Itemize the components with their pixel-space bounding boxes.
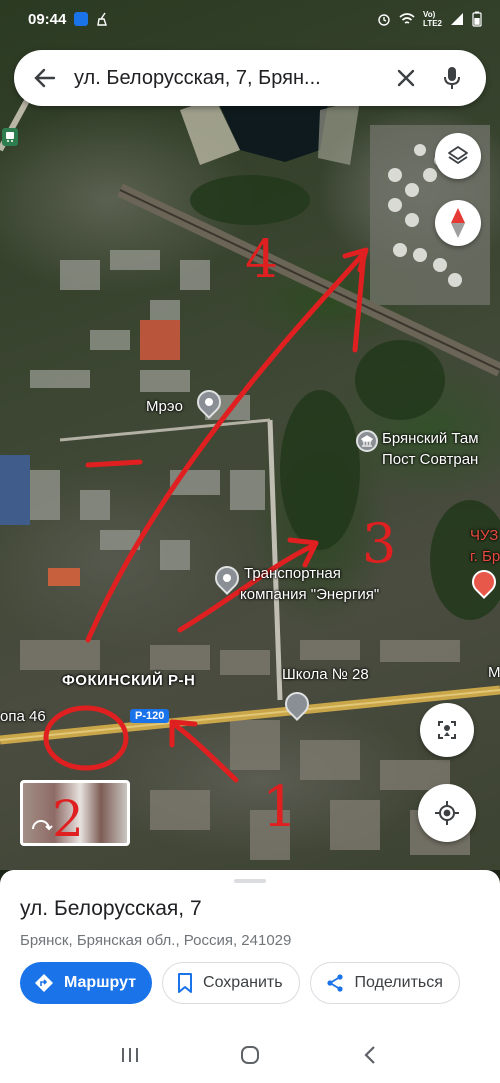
label-bus-stop[interactable]: опа 46 xyxy=(0,708,46,725)
recent-apps-icon xyxy=(122,1048,138,1062)
compass-button[interactable] xyxy=(435,200,481,246)
annotation-number-2: 2 xyxy=(52,790,84,848)
search-query[interactable]: ул. Белорусская, 7, Брян... xyxy=(74,67,378,90)
annotation-number-3: 3 xyxy=(362,512,397,575)
alarm-icon xyxy=(378,14,390,26)
home-icon xyxy=(241,1046,259,1064)
search-bar[interactable]: ул. Белорусская, 7, Брян... xyxy=(14,50,486,106)
label-school[interactable]: Школа № 28 xyxy=(282,666,369,683)
orange-roof-building xyxy=(48,568,80,586)
label-edge-letter: М xyxy=(488,664,500,681)
layers-button[interactable] xyxy=(435,133,481,179)
recent-apps-button[interactable] xyxy=(108,1033,152,1077)
label-energy-line2[interactable]: компания "Энергия" xyxy=(240,586,379,603)
voice-search-button[interactable] xyxy=(434,60,470,96)
save-button[interactable]: Сохранить xyxy=(162,962,300,1004)
status-bar: 09:44 Vo) LTE2 xyxy=(0,0,500,38)
label-district: ФОКИНСКИЙ Р-Н xyxy=(62,672,196,689)
label-czu-line2[interactable]: г. Бр xyxy=(470,548,500,565)
place-sheet[interactable]: ул. Белорусская, 7 Брянск, Брянская обл.… xyxy=(0,870,500,1027)
back-button[interactable] xyxy=(30,63,60,93)
bookmark-icon xyxy=(178,973,193,993)
quarry-sand-east xyxy=(318,100,360,165)
share-icon xyxy=(326,974,343,992)
route-label: Маршрут xyxy=(64,974,137,991)
microphone-icon xyxy=(444,67,460,89)
share-label: Поделиться xyxy=(354,974,443,991)
clear-search-button[interactable] xyxy=(388,60,424,96)
annotation-number-4: 4 xyxy=(245,230,279,290)
place-actions: Маршрут Сохранить Поделиться xyxy=(20,962,460,1004)
annotation-number-1: 1 xyxy=(262,775,298,840)
layers-icon xyxy=(448,146,468,164)
annotation-arrow-1 xyxy=(172,722,239,783)
route-button[interactable]: Маршрут xyxy=(20,962,153,1004)
label-mreo[interactable]: Мрэо xyxy=(146,398,183,415)
street-view-arrow-icon xyxy=(32,820,53,831)
share-button[interactable]: Поделиться xyxy=(309,962,460,1004)
signal-icon xyxy=(451,13,463,25)
close-icon xyxy=(397,69,415,87)
government-pin-icon[interactable] xyxy=(356,430,378,452)
home-button[interactable] xyxy=(228,1033,272,1077)
wifi-icon xyxy=(399,13,415,24)
chevron-left-icon xyxy=(364,1046,375,1064)
streetview-icon xyxy=(438,721,456,739)
directions-icon xyxy=(35,974,53,992)
streetview-button[interactable] xyxy=(420,703,474,757)
place-address: Брянск, Брянская обл., Россия, 241029 xyxy=(20,932,292,949)
battery-icon xyxy=(472,11,482,27)
status-time: 09:44 xyxy=(28,10,67,28)
label-customs-line2[interactable]: Пост Совтран xyxy=(382,451,478,468)
save-label: Сохранить xyxy=(203,974,283,991)
my-location-icon xyxy=(435,801,459,825)
place-title: ул. Белорусская, 7 xyxy=(20,897,202,920)
system-nav-bar xyxy=(0,1027,500,1083)
back-arrow-icon xyxy=(34,68,56,88)
red-roof-building xyxy=(140,320,180,360)
road-horizontal xyxy=(59,418,271,442)
label-energy-line1[interactable]: Транспортная xyxy=(244,565,341,582)
my-location-button[interactable] xyxy=(418,784,476,842)
back-nav-button[interactable] xyxy=(348,1033,392,1077)
road-badge-r120: Р-120 xyxy=(130,709,170,723)
road-vertical xyxy=(267,419,283,701)
sheet-drag-handle[interactable] xyxy=(234,879,266,883)
annotation-dash xyxy=(85,459,143,468)
transit-station-icon[interactable] xyxy=(2,128,18,146)
notification-icon xyxy=(74,12,89,26)
blue-roof-building xyxy=(0,455,30,525)
label-customs-line1[interactable]: Брянский Там xyxy=(382,430,479,447)
compass-icon xyxy=(451,208,465,238)
label-czu-line1[interactable]: ЧУЗ xyxy=(470,527,498,544)
network-type: Vo) LTE2 xyxy=(423,10,442,28)
cleaning-icon xyxy=(97,12,108,26)
